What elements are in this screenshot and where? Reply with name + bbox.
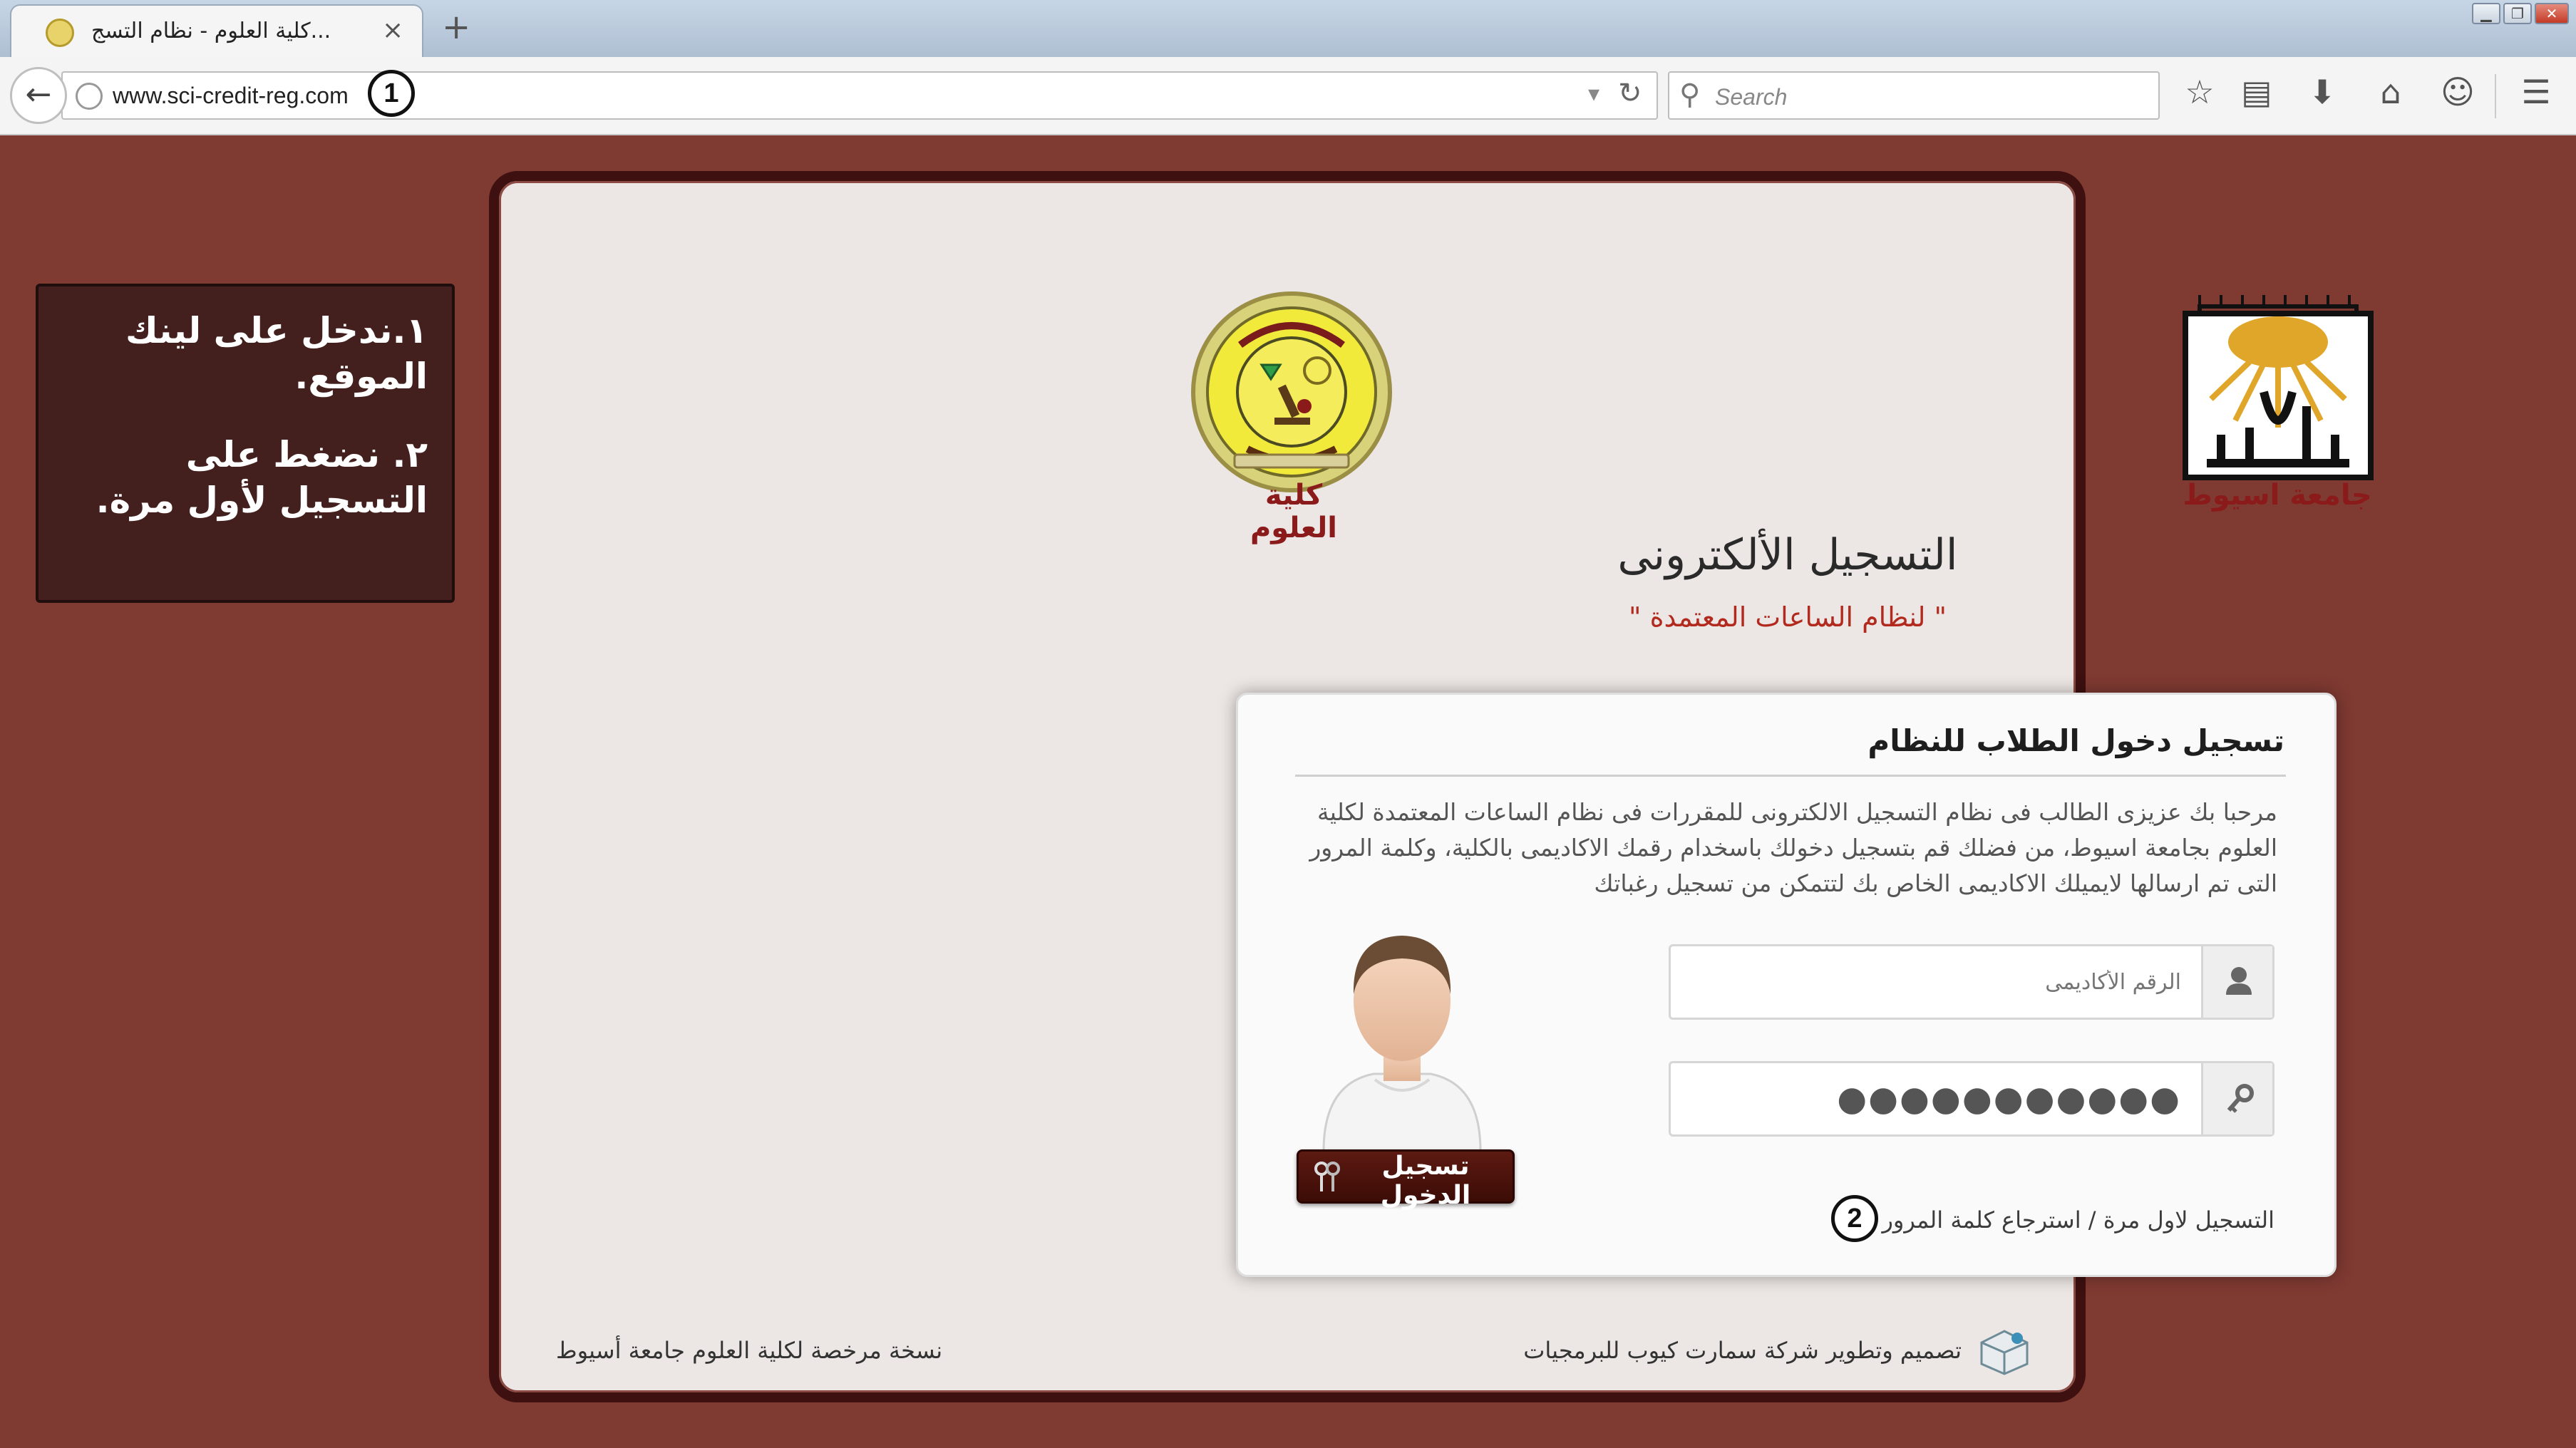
step-1-badge: 1 bbox=[368, 70, 415, 117]
instruction-box: ١.ندخل على لينك الموقع. ٢. نضغط على التس… bbox=[36, 284, 455, 603]
password-field[interactable]: ●●●●●●●●●●● bbox=[1669, 1061, 2274, 1137]
chat-icon[interactable]: ☺ bbox=[2436, 73, 2479, 111]
page-title: التسجيل الألكترونى bbox=[1617, 530, 1958, 580]
maximize-button[interactable]: ❐ bbox=[2503, 3, 2532, 24]
login-button-label: تسجيل الدخول bbox=[1380, 1152, 1471, 1210]
keys-icon bbox=[1314, 1162, 1340, 1191]
key-addon bbox=[2201, 1063, 2272, 1134]
smart-cube-logo-icon bbox=[1980, 1330, 2029, 1375]
page-subtitle: " لنظام الساعات المعتمدة " bbox=[1629, 601, 1947, 633]
browser-tab-active[interactable]: كلية العلوم - نظام التسج... × bbox=[10, 4, 423, 58]
user-avatar-icon bbox=[1322, 936, 1482, 1151]
window-controls: ▁ ❐ ✕ bbox=[2472, 3, 2569, 24]
link-separator: / bbox=[2088, 1206, 2096, 1234]
student-login-panel: تسجيل دخول الطلاب للنظام مرحبا بك عزيزى … bbox=[1236, 693, 2337, 1277]
instruction-step-1: ١.ندخل على لينك الموقع. bbox=[125, 310, 428, 397]
home-icon[interactable]: ⌂ bbox=[2369, 73, 2412, 111]
browser-navigation-bar: www.sci-credit-reg.com ▾ ↻ ← 1 ⚲ Search … bbox=[0, 57, 2576, 135]
globe-icon bbox=[76, 83, 103, 110]
registration-card: كلية العلوم جامعة اسيوط التسجيل الألكترو… bbox=[489, 171, 2374, 1402]
url-dropdown-icon[interactable]: ▾ bbox=[1588, 80, 1599, 107]
tab-close-icon[interactable]: × bbox=[382, 16, 403, 45]
faculty-of-science-label: كلية العلوم bbox=[1250, 479, 1338, 544]
assiut-university-label: جامعة اسيوط bbox=[2183, 479, 2372, 512]
first-time-registration-link[interactable]: التسجيل لاول مرة bbox=[2103, 1206, 2274, 1234]
reload-icon[interactable]: ↻ bbox=[1618, 77, 1642, 110]
tab-title: كلية العلوم - نظام التسج... bbox=[91, 19, 331, 43]
user-addon bbox=[2201, 946, 2272, 1018]
instruction-step-2: ٢. نضغط على التسجيل لأول مرة. bbox=[96, 434, 428, 521]
address-bar[interactable]: www.sci-credit-reg.com ▾ ↻ bbox=[61, 71, 1658, 120]
register-links: التسجيل لاول مرة / استرجاع كلمة المرور bbox=[1882, 1206, 2274, 1234]
academic-id-field[interactable] bbox=[1669, 944, 2274, 1020]
downloads-icon[interactable]: ⬇ bbox=[2301, 73, 2344, 111]
page-content: ١.ندخل على لينك الموقع. ٢. نضغط على التس… bbox=[0, 137, 2576, 1448]
license-text: نسخة مرخصة لكلية العلوم جامعة أسيوط bbox=[556, 1337, 943, 1364]
welcome-message: مرحبا بك عزيزى الطالب فى نظام التسجيل ال… bbox=[1309, 798, 2277, 897]
minimize-button[interactable]: ▁ bbox=[2472, 3, 2500, 24]
academic-id-input[interactable] bbox=[1671, 946, 2201, 1018]
menu-icon[interactable]: ☰ bbox=[2515, 73, 2557, 111]
url-text[interactable]: www.sci-credit-reg.com bbox=[113, 83, 349, 109]
back-button[interactable]: ← bbox=[10, 67, 67, 124]
bookmarks-list-icon[interactable]: ▤ bbox=[2235, 73, 2278, 111]
close-window-button[interactable]: ✕ bbox=[2535, 3, 2569, 24]
back-arrow-icon: ← bbox=[25, 76, 52, 113]
faculty-of-science-logo-icon bbox=[1191, 291, 1392, 492]
login-button[interactable]: تسجيل الدخول bbox=[1297, 1149, 1515, 1210]
search-icon: ⚲ bbox=[1679, 78, 1701, 111]
new-tab-button[interactable]: + bbox=[442, 7, 470, 47]
search-placeholder: Search bbox=[1715, 84, 1788, 110]
tab-favicon-icon bbox=[46, 19, 74, 47]
heading-divider bbox=[1295, 775, 2286, 777]
developer-credit: تصميم وتطوير شركة سمارت كيوب للبرمجيات bbox=[1523, 1337, 1962, 1364]
search-bar[interactable]: ⚲ Search bbox=[1668, 71, 2160, 120]
recover-password-link[interactable]: استرجاع كلمة المرور bbox=[1882, 1206, 2081, 1234]
browser-tab-strip: كلية العلوم - نظام التسج... × + ▁ ❐ ✕ bbox=[0, 0, 2576, 58]
key-icon bbox=[2227, 1084, 2254, 1113]
bookmark-star-icon[interactable]: ☆ bbox=[2178, 73, 2221, 111]
login-heading: تسجيل دخول الطلاب للنظام bbox=[1867, 723, 2284, 758]
password-input[interactable]: ●●●●●●●●●●● bbox=[1671, 1063, 2201, 1134]
step-2-badge: 2 bbox=[1831, 1195, 1878, 1242]
user-icon bbox=[2226, 967, 2252, 995]
toolbar-separator bbox=[2495, 74, 2496, 118]
